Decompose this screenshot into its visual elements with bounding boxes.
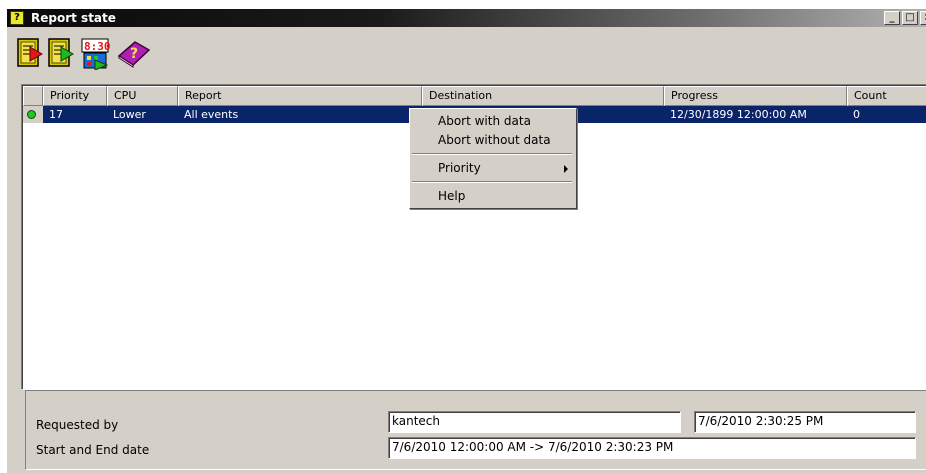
clock-text: 8:30	[84, 40, 111, 53]
toolbar: 8:30 ?	[7, 28, 926, 83]
column-header-count[interactable]: Count	[847, 86, 926, 106]
report-state-window: ? Report state _ □ ×	[6, 8, 926, 473]
menu-item-priority[interactable]: Priority	[438, 161, 481, 175]
window-controls: _ □ ×	[882, 11, 926, 25]
cell-cpu: Lower	[113, 108, 146, 121]
minimize-button[interactable]: _	[884, 11, 900, 25]
menu-separator	[412, 153, 572, 155]
submenu-arrow-icon	[564, 165, 568, 173]
cell-count: 0	[853, 108, 860, 121]
column-header-cpu[interactable]: CPU	[107, 86, 178, 106]
column-header-report[interactable]: Report	[178, 86, 422, 106]
menu-item-abort-without-data[interactable]: Abort without data	[438, 133, 551, 147]
window-title: Report state	[31, 11, 116, 25]
report-stop-icon	[17, 38, 43, 67]
cell-priority: 17	[49, 108, 63, 121]
maximize-button[interactable]: □	[902, 11, 918, 25]
menu-item-abort-with-data[interactable]: Abort with data	[438, 114, 531, 128]
cell-progress: 12/30/1899 12:00:00 AM	[670, 108, 807, 121]
svg-text:?: ?	[130, 46, 138, 62]
requested-time-field[interactable]: 7/6/2010 2:30:25 PM	[694, 411, 916, 433]
app-icon: ?	[10, 11, 24, 25]
requested-by-label: Requested by	[36, 418, 119, 432]
column-header-progress[interactable]: Progress	[664, 86, 847, 106]
schedule-report-button[interactable]: 8:30	[81, 38, 111, 71]
help-button[interactable]: ?	[117, 38, 151, 68]
menu-separator	[412, 181, 572, 183]
requested-by-field[interactable]: kantech	[388, 411, 681, 433]
header-row-selector	[23, 86, 43, 106]
cell-report: All events	[184, 108, 239, 121]
details-panel: Requested by kantech 7/6/2010 2:30:25 PM…	[25, 390, 926, 470]
status-indicator-icon	[27, 110, 36, 119]
report-start-icon	[48, 38, 74, 67]
stop-report-button[interactable]	[17, 38, 43, 68]
start-end-date-label: Start and End date	[36, 443, 150, 457]
menu-item-help[interactable]: Help	[438, 189, 465, 203]
start-report-button[interactable]	[48, 38, 74, 68]
context-menu: Abort with data Abort without data Prior…	[409, 108, 577, 209]
start-end-date-field[interactable]: 7/6/2010 12:00:00 AM -> 7/6/2010 2:30:23…	[388, 437, 916, 459]
close-button[interactable]: ×	[920, 11, 926, 25]
help-book-icon: ?	[117, 41, 151, 68]
column-header-priority[interactable]: Priority	[43, 86, 107, 106]
schedule-clock-icon: 8:30	[81, 38, 111, 71]
title-bar[interactable]: ? Report state _ □ ×	[7, 9, 926, 27]
column-header-destination[interactable]: Destination	[422, 86, 664, 106]
